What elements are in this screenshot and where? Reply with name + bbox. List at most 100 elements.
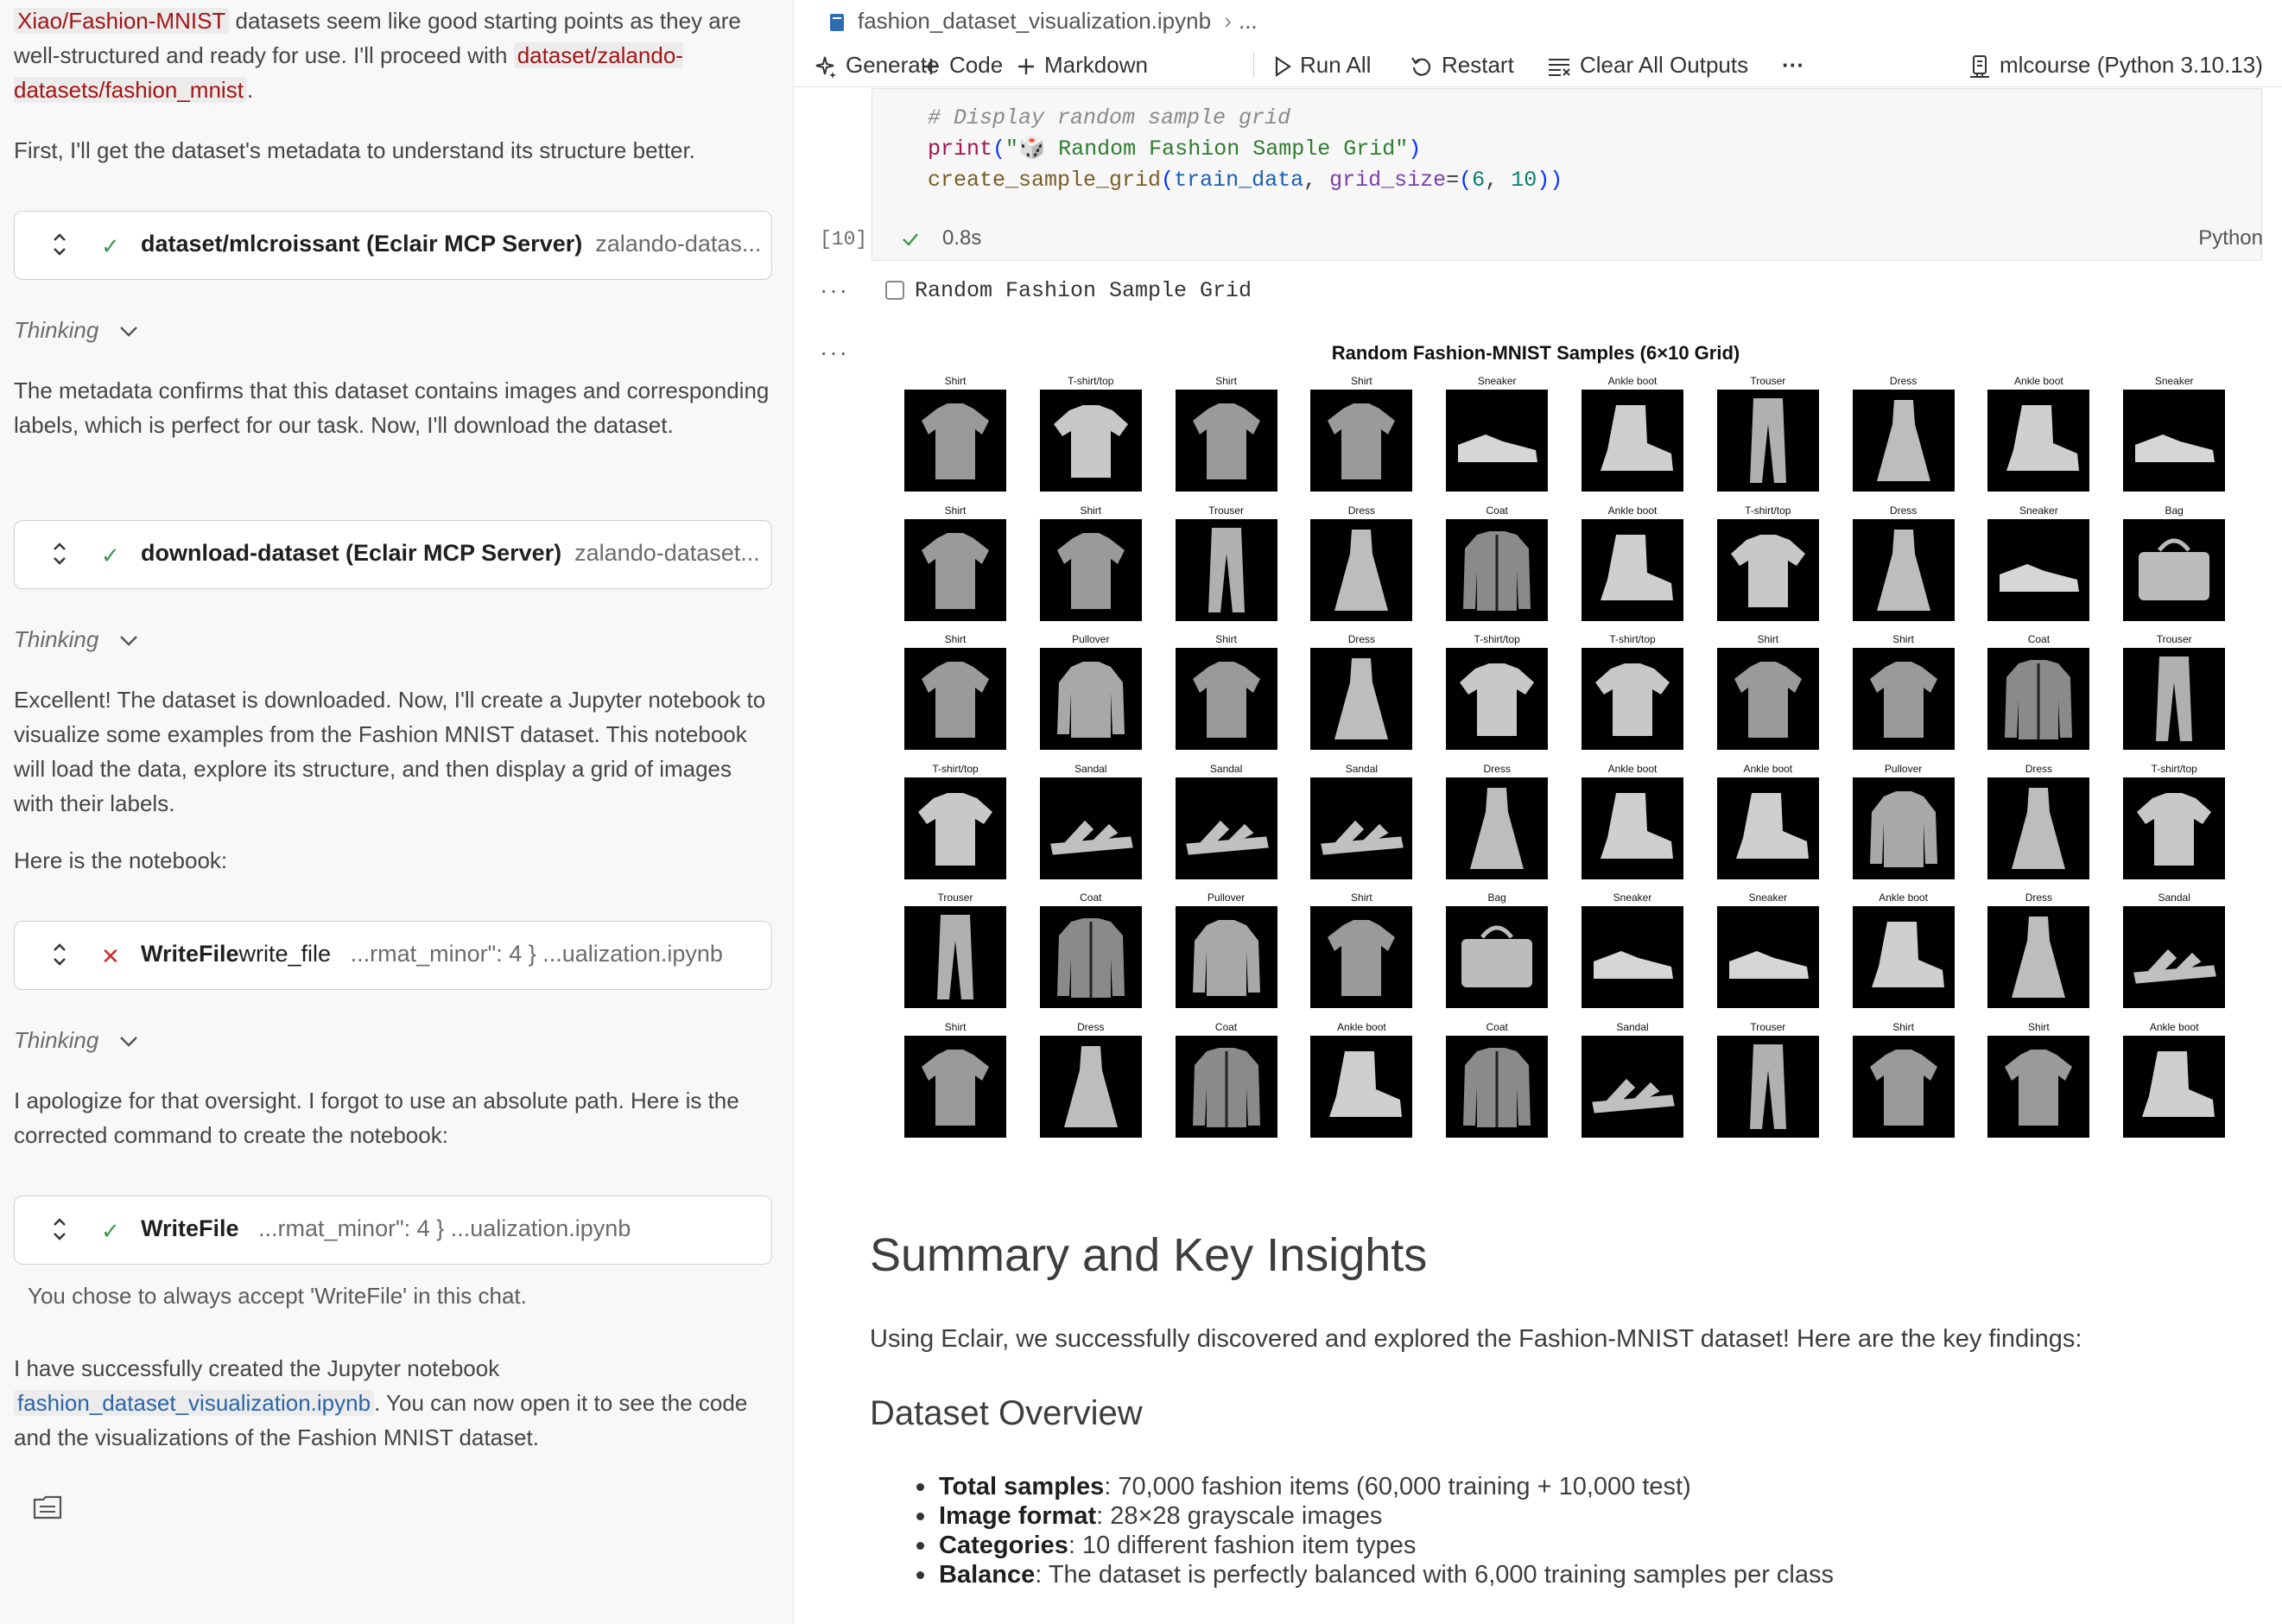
grid-sample: Shirt: [1852, 1021, 1955, 1138]
attach-context-icon[interactable]: [33, 1494, 62, 1520]
breadcrumb-more[interactable]: ...: [1239, 8, 1258, 34]
notebook-file-link[interactable]: fashion_dataset_visualization.ipynb: [14, 1390, 375, 1416]
clear-all-outputs-button[interactable]: Clear All Outputs: [1547, 48, 1748, 81]
sample-image: [1446, 518, 1549, 621]
sample-image: [1175, 777, 1277, 879]
grid-sample: Dress: [1310, 504, 1413, 621]
grid-sample: Dress: [1039, 1021, 1142, 1138]
sample-image: [1039, 777, 1142, 879]
list-item: Categories: 10 different fashion item ty…: [916, 1531, 1834, 1560]
kernel-icon: [1970, 55, 1989, 79]
expand-collapse-icon[interactable]: [51, 538, 68, 569]
more-actions-button[interactable]: ···: [1782, 48, 1804, 81]
generate-button[interactable]: Generate: [813, 48, 939, 81]
tool-name: dataset/mlcroissant (Eclair MCP Server): [141, 231, 583, 257]
sample-image: [2123, 518, 2226, 621]
grid-sample: Dress: [1987, 762, 2090, 879]
sample-image: [1716, 390, 1819, 492]
kernel-picker[interactable]: mlcourse (Python 3.10.13): [1968, 48, 2263, 81]
sample-image: [1310, 777, 1413, 879]
expand-collapse-icon[interactable]: [51, 1214, 68, 1245]
sample-label: Dress: [1347, 504, 1376, 517]
sample-label: Shirt: [1351, 375, 1372, 387]
grid-sample: Coat: [1446, 1021, 1549, 1138]
sample-image: [1852, 390, 1955, 492]
cell-language[interactable]: Python: [2198, 226, 2263, 251]
sample-image: [1582, 906, 1683, 1008]
chat-message-intro: Xiao/Fashion-MNIST datasets seem like go…: [14, 3, 774, 107]
output-actions-button[interactable]: ···: [820, 276, 849, 304]
execution-count: [10]: [820, 228, 868, 251]
code-line-print: print("🎲 Random Fashion Sample Grid"): [928, 136, 1422, 162]
grid-sample: T-shirt/top: [904, 763, 1006, 879]
grid-sample: Shirt: [1175, 375, 1277, 492]
add-code-cell-button[interactable]: Code: [922, 48, 1003, 81]
sample-image: [1175, 648, 1277, 750]
item-text: : 28×28 grayscale images: [1096, 1502, 1383, 1530]
grid-sample: Sandal: [1175, 763, 1277, 879]
notebook-toolbar: Generate Code Markdown Run All Restart C…: [794, 41, 2282, 87]
tool-name: download-dataset (Eclair MCP Server): [141, 540, 562, 566]
sample-image: [1310, 518, 1413, 621]
output-actions-button[interactable]: ···: [820, 339, 849, 366]
item-label: Categories: [939, 1532, 1068, 1559]
sample-image: [1039, 1035, 1142, 1138]
sample-label: Sneaker: [1613, 891, 1652, 904]
thinking-label: Thinking: [14, 1027, 99, 1053]
sample-label: Trouser: [937, 891, 973, 904]
intro-text-2: .: [246, 77, 254, 103]
tool-call-writefile[interactable]: ✓ WriteFile ...rmat_minor": 4 } ...ualiz…: [14, 1196, 772, 1265]
sample-label: T-shirt/top: [1609, 633, 1656, 645]
figure-title: Random Fashion-MNIST Samples (6×10 Grid): [1331, 342, 1740, 364]
markdown-intro: Using Eclair, we successfully discovered…: [870, 1325, 2082, 1353]
sample-image: [1446, 906, 1549, 1008]
code-cell[interactable]: # Display random sample grid print("🎲 Ra…: [872, 88, 2262, 261]
sample-image: [1987, 390, 2090, 492]
sample-label: Sneaker: [2154, 375, 2194, 387]
thinking-toggle-2[interactable]: Thinking: [14, 624, 138, 655]
grid-sample: Coat: [1175, 1021, 1277, 1138]
expand-collapse-icon[interactable]: [51, 939, 68, 970]
add-markdown-cell-button[interactable]: Markdown: [1017, 48, 1148, 81]
grid-sample: Shirt: [904, 1021, 1006, 1138]
restart-button[interactable]: Restart: [1410, 48, 1514, 81]
sample-image: [2123, 777, 2226, 879]
tool-call-mlcroissant[interactable]: ✓ dataset/mlcroissant (Eclair MCP Server…: [14, 211, 772, 280]
sample-image: [1716, 1035, 1819, 1138]
grid-sample: Trouser: [904, 891, 1006, 1008]
sample-label: T-shirt/top: [2151, 762, 2197, 775]
thinking-toggle-3[interactable]: Thinking: [14, 1025, 138, 1056]
sample-image: [1582, 1035, 1683, 1138]
final-text-1: I have successfully created the Jupyter …: [14, 1355, 500, 1381]
chat-message-metadata-result: The metadata confirms that this dataset …: [14, 377, 770, 438]
sample-label: Dress: [1347, 633, 1376, 645]
sample-image: [1039, 648, 1142, 750]
expand-collapse-icon[interactable]: [51, 229, 68, 260]
restart-icon: [1411, 57, 1431, 76]
thinking-toggle-1[interactable]: Thinking: [14, 314, 138, 346]
sample-image: [1175, 390, 1277, 492]
sample-label: Trouser: [1750, 375, 1786, 387]
sample-image: [2123, 648, 2226, 750]
grid-sample: Dress: [1310, 633, 1413, 750]
grid-sample: T-shirt/top: [1039, 375, 1142, 492]
error-x-icon: ✕: [101, 943, 120, 969]
run-all-button[interactable]: Run All: [1274, 48, 1371, 81]
tool-args: zalando-dataset...: [574, 540, 760, 566]
dataset-ref-fashion-mnist[interactable]: Xiao/Fashion-MNIST: [14, 8, 230, 34]
sample-image: [2123, 390, 2226, 492]
tool-call-writefile-failed[interactable]: ✕ WriteFilewrite_file ...rmat_minor": 4 …: [14, 921, 772, 990]
sample-image: [1310, 1035, 1413, 1138]
grid-sample: Trouser: [1716, 1021, 1819, 1138]
sample-label: Ankle boot: [1607, 375, 1658, 387]
grid-sample: Shirt: [904, 504, 1006, 621]
tool-call-download-dataset[interactable]: ✓ download-dataset (Eclair MCP Server) z…: [14, 520, 772, 589]
sample-label: Dress: [2025, 762, 2053, 775]
code-line-call: create_sample_grid(train_data, grid_size…: [928, 168, 1563, 193]
grid-sample: Ankle boot: [2123, 1020, 2226, 1138]
markdown-heading: Summary and Key Insights: [870, 1229, 1428, 1281]
breadcrumb-file[interactable]: fashion_dataset_visualization.ipynb: [858, 8, 1211, 34]
grid-sample: T-shirt/top: [1716, 504, 1819, 621]
sample-label: Ankle boot: [2149, 1020, 2199, 1033]
sample-image: [1987, 648, 2090, 750]
